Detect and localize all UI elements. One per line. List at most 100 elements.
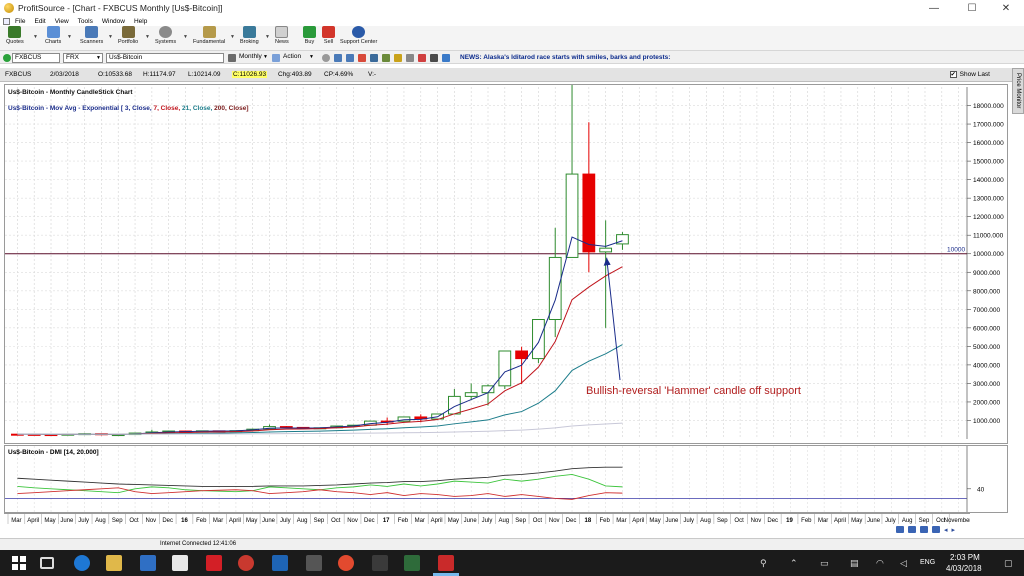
- portfolio-dropdown-icon[interactable]: ▼: [145, 34, 150, 40]
- network-icon[interactable]: ▤: [850, 558, 859, 569]
- security-name-field[interactable]: Us$-Bitcoin: [106, 53, 224, 63]
- paint-icon[interactable]: [238, 555, 254, 571]
- candlestick-chart-svg[interactable]: 1000.000 2000.000 3000.000 4000.000 5000.000…: [5, 72, 1007, 443]
- settings-icon[interactable]: [406, 54, 414, 62]
- scanners-dropdown-icon[interactable]: ▼: [108, 34, 113, 40]
- maximize-button[interactable]: ☐: [954, 0, 990, 16]
- x-axis-label: Feb: [196, 518, 207, 524]
- fundamental-dropdown-icon[interactable]: ▼: [230, 34, 235, 40]
- zoom-out-icon[interactable]: [346, 54, 354, 62]
- news-button[interactable]: News: [275, 26, 289, 45]
- systems-button[interactable]: Systems: [155, 26, 176, 45]
- nav-zoom-icon[interactable]: [908, 526, 916, 533]
- x-axis-label: Nov: [347, 518, 358, 524]
- clock-date[interactable]: 4/03/2018: [946, 564, 982, 573]
- price-monitor-tab[interactable]: Price Monitor: [1012, 68, 1024, 114]
- wifi-icon[interactable]: ◠: [876, 558, 884, 569]
- symbol-input[interactable]: FXBCUS: [12, 53, 60, 63]
- profitsource-app: ProfitSource - [Chart - FXBCUS Monthly […: [0, 0, 1024, 576]
- fundamental-button[interactable]: Fundamental: [193, 26, 225, 45]
- nav-pan-icon[interactable]: [920, 526, 928, 533]
- indicator-icon[interactable]: [370, 54, 378, 62]
- refresh-icon[interactable]: [442, 54, 450, 62]
- nav-first-icon[interactable]: [896, 526, 904, 533]
- alert-icon[interactable]: [418, 54, 426, 62]
- music-app-icon[interactable]: [372, 555, 388, 571]
- sell-button[interactable]: Sell: [322, 26, 335, 45]
- template-icon[interactable]: [382, 54, 390, 62]
- dmi-line-minus_di: [17, 487, 623, 500]
- go-app-icon[interactable]: [404, 555, 420, 571]
- bullish-candle: [464, 392, 478, 397]
- battery-icon[interactable]: ▭: [820, 558, 829, 569]
- show-last-toggle[interactable]: ✔ Show Last: [949, 71, 990, 78]
- minimize-button[interactable]: —: [916, 0, 952, 16]
- menu-file[interactable]: File: [15, 18, 25, 25]
- charts-icon: [46, 26, 60, 38]
- print-icon[interactable]: [430, 54, 438, 62]
- chart-type-icon[interactable]: [228, 54, 236, 62]
- nav-fit-icon[interactable]: [932, 526, 940, 533]
- lightbulb-icon[interactable]: [394, 54, 402, 62]
- edge-browser-icon[interactable]: [74, 555, 90, 571]
- profitsource-taskbar-icon[interactable]: [438, 555, 454, 571]
- windows-start-icon[interactable]: [12, 556, 26, 570]
- y-axis-tick-label: 11000.000: [973, 233, 1004, 240]
- show-last-checkbox[interactable]: ✔: [949, 71, 957, 78]
- zoom-in-icon[interactable]: [334, 54, 342, 62]
- x-axis-label: 16: [181, 518, 188, 524]
- x-axis-label: May: [246, 518, 257, 524]
- x-axis-label: Aug: [95, 518, 106, 524]
- store-icon[interactable]: [140, 555, 156, 571]
- portfolio-button[interactable]: Portfolio: [118, 26, 138, 45]
- news-ticker[interactable]: NEWS: Alaska's Iditarod race starts with…: [460, 54, 670, 61]
- x-axis-label: July: [78, 518, 89, 524]
- main-price-chart[interactable]: 1000.000 2000.000 3000.000 4000.000 5000.000…: [4, 72, 1008, 444]
- dmi-chart-svg[interactable]: 40: [5, 446, 1007, 512]
- header-symbol: FXBCUS: [5, 71, 32, 78]
- clock-time[interactable]: 2:03 PM: [950, 553, 980, 562]
- charts-button[interactable]: Charts: [45, 26, 61, 45]
- menu-view[interactable]: View: [55, 18, 69, 25]
- quotes-button[interactable]: Quotes: [6, 26, 24, 45]
- quotes-dropdown-icon[interactable]: ▼: [33, 34, 38, 40]
- scanners-button[interactable]: Scanners: [80, 26, 103, 45]
- draw-line-icon[interactable]: [358, 54, 366, 62]
- dmi-indicator-panel[interactable]: 40 Us$-Bitcoin - DMI [14, 20.000]: [4, 445, 1008, 513]
- header-open: O:10533.68: [98, 71, 132, 78]
- people-icon[interactable]: ⚲: [760, 558, 767, 569]
- systems-dropdown-icon[interactable]: ▼: [183, 34, 188, 40]
- broking-button[interactable]: Broking: [240, 26, 259, 45]
- buy-button[interactable]: Buy: [303, 26, 316, 45]
- menu-edit[interactable]: Edit: [34, 18, 45, 25]
- k-app-icon[interactable]: [206, 555, 222, 571]
- menu-window[interactable]: Window: [102, 18, 125, 25]
- close-button[interactable]: ✕: [988, 0, 1024, 16]
- menu-help[interactable]: Help: [134, 18, 147, 25]
- task-view-icon[interactable]: [40, 557, 54, 569]
- media-app-icon[interactable]: [306, 555, 322, 571]
- language-indicator[interactable]: ENG: [920, 559, 935, 566]
- crosshair-icon[interactable]: [322, 54, 330, 62]
- volume-icon[interactable]: ◁: [900, 558, 907, 569]
- show-hidden-icons-icon[interactable]: ⌃: [790, 558, 798, 569]
- chrome-icon[interactable]: [338, 555, 354, 571]
- scroll-right-icon[interactable]: ▸: [952, 526, 956, 534]
- support-center-button[interactable]: Support Center: [340, 26, 377, 45]
- x-axis-label: April: [834, 518, 846, 524]
- scroll-left-icon[interactable]: ◂: [944, 526, 948, 534]
- shield-app-icon[interactable]: [272, 555, 288, 571]
- file-explorer-icon[interactable]: [106, 555, 122, 571]
- notifications-icon[interactable]: ▢: [1004, 558, 1013, 569]
- broking-dropdown-icon[interactable]: ▼: [265, 34, 270, 40]
- notepad-icon[interactable]: [172, 555, 188, 571]
- x-axis-label: Mar: [415, 518, 425, 524]
- charts-dropdown-icon[interactable]: ▼: [67, 34, 72, 40]
- ma-legend-200: 200, Close]: [214, 105, 249, 112]
- action-menu[interactable]: Action ▼: [281, 53, 315, 63]
- period-select[interactable]: Monthly ▼: [237, 53, 269, 63]
- exchange-select[interactable]: FRX ▼: [63, 53, 103, 63]
- menu-tools[interactable]: Tools: [78, 18, 93, 25]
- chevron-down-icon: ▼: [309, 54, 314, 60]
- action-icon[interactable]: [272, 54, 280, 62]
